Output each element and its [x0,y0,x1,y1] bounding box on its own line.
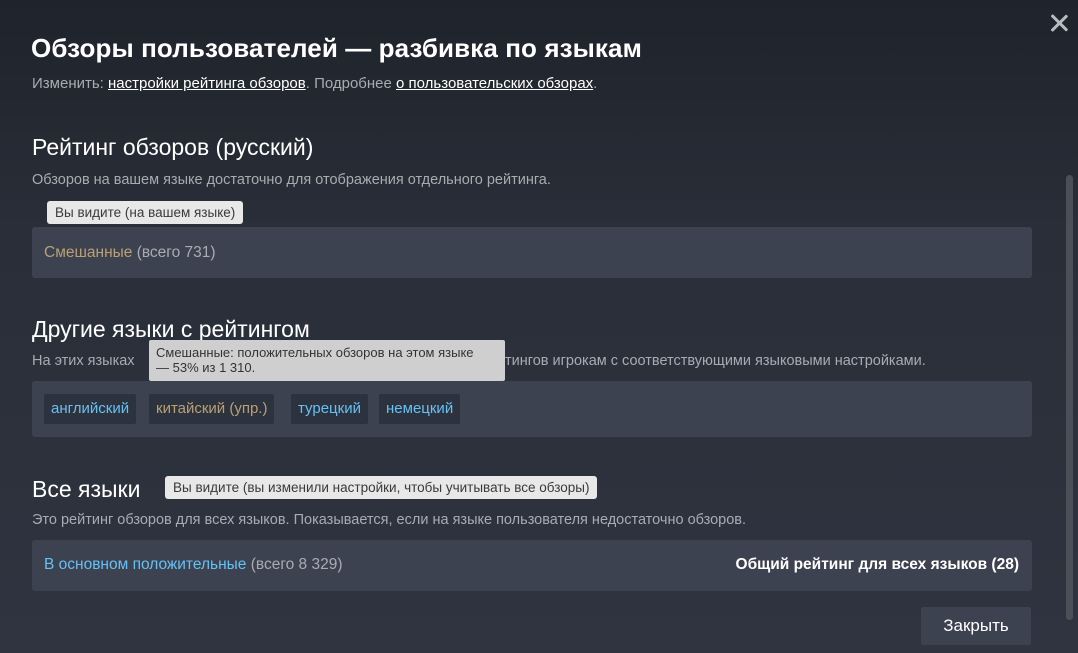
all-rating-line: В основном положительные (всего 8 329) [44,556,343,574]
other-languages-heading: Другие языки с рейтингом [32,316,310,342]
all-rating-label[interactable]: В основном положительные [44,556,246,573]
language-tag-german[interactable]: немецкий [379,394,461,424]
native-rating-count: (всего 731) [132,244,216,261]
language-tag-chinese-simplified[interactable]: китайский (упр.) [149,394,275,424]
review-breakdown-modal: Обзоры пользователей — разбивка по языка… [0,0,1078,653]
all-you-see-tooltip: Вы видите (вы изменили настройки, чтобы … [165,476,598,499]
close-button[interactable]: Закрыть [921,607,1031,645]
overall-rating-label: Общий рейтинг для всех языков (28) [735,556,1019,573]
about-reviews-link[interactable]: о пользовательских обзорах [396,75,593,92]
language-tag-turkish[interactable]: турецкий [291,394,368,424]
native-rating-line: Смешанные (всего 731) [44,244,216,262]
subtitle-mid: . Подробнее [305,75,397,92]
other-languages-description-start: На этих языках [32,353,135,369]
all-languages-heading: Все языки [32,476,141,502]
language-tooltip-line2: — 53% из 1 310. [156,360,256,375]
native-rating-label[interactable]: Смешанные [44,244,132,261]
scrollbar-thumb[interactable] [1066,175,1073,620]
modal-title: Обзоры пользователей — разбивка по языка… [31,33,642,63]
native-you-see-tooltip: Вы видите (на вашем языке) [47,201,244,224]
review-settings-link[interactable]: настройки рейтинга обзоров [108,75,306,92]
language-tag-english[interactable]: английский [44,394,137,424]
close-icon[interactable] [1046,10,1072,36]
other-languages-box: английский китайский (упр.) турецкий нем… [32,381,1032,437]
other-languages-description-end: тингов игрокам с соответствующими языков… [505,353,926,369]
native-rating-box: Смешанные (всего 731) [32,227,1032,278]
all-languages-rating-box: В основном положительные (всего 8 329) О… [32,540,1032,591]
subtitle-prefix: Изменить: [32,75,108,92]
subtitle-suffix: . [593,75,598,92]
modal-subtitle: Изменить: настройки рейтинга обзоров. По… [32,75,597,92]
all-rating-count: (всего 8 329) [246,556,343,573]
language-tooltip-line1: Смешанные: положительных обзоров на этом… [156,345,474,360]
native-section-heading: Рейтинг обзоров (русский) [32,134,314,160]
all-languages-description: Это рейтинг обзоров для всех языков. Пок… [32,512,747,528]
language-rating-tooltip: Смешанные: положительных обзоров на этом… [149,340,505,381]
scrollbar[interactable] [1066,175,1073,620]
native-section-description: Обзоров на вашем языке достаточно для от… [32,172,551,188]
